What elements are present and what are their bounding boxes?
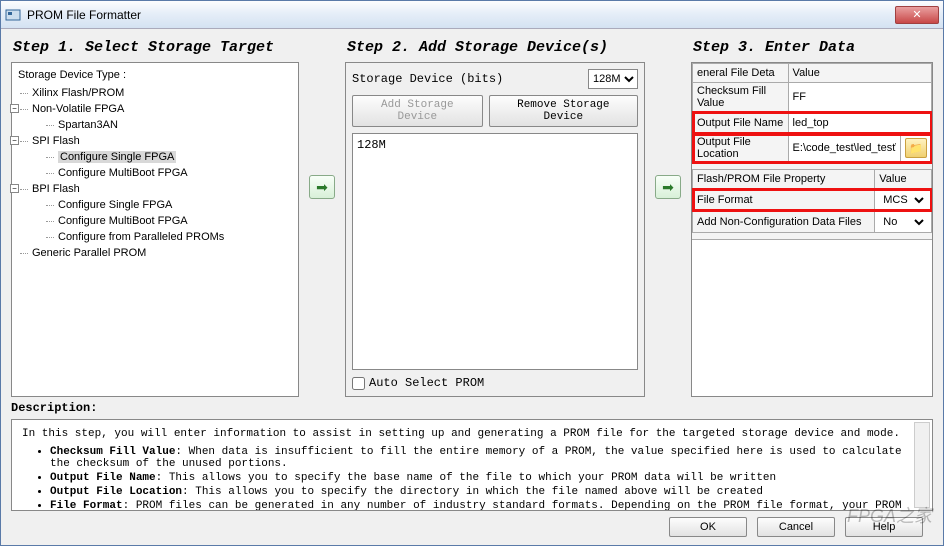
collapse-icon[interactable]: − [10,104,19,113]
prop-label: Add Non-Configuration Data Files [693,211,875,233]
desc-bullet: Checksum Fill Value: When data is insuff… [50,446,922,470]
nonconfig-select[interactable]: No [879,215,927,229]
step2-header: Step 2. Add Storage Device(s) [345,35,645,62]
output-location-input[interactable] [793,142,896,154]
desc-bullet: Output File Location: This allows you to… [50,486,922,498]
tree-item[interactable]: Configure MultiBoot FPGA [46,165,292,181]
scrollbar[interactable] [914,422,930,508]
tree-item[interactable]: Spartan3AN [46,117,292,133]
add-storage-button: Add Storage Device [352,95,483,127]
folder-icon: 📁 [909,142,923,155]
prop-label: File Format [693,189,875,211]
step1-panel: Storage Device Type : Xilinx Flash/PROM … [11,62,299,397]
file-format-select[interactable]: MCS [879,193,927,207]
tree-label: Storage Device Type : [18,69,292,81]
auto-select-label: Auto Select PROM [369,376,484,390]
description-intro: In this step, you will enter information… [22,428,922,440]
step3-panel: eneral File DetaValue Checksum Fill Valu… [691,62,933,397]
tree-item-selected: Configure Single FPGA [58,151,176,163]
remove-storage-button[interactable]: Remove Storage Device [489,95,638,127]
prop-label: Output File Location [693,134,789,163]
prop-label: Output File Name [693,112,789,134]
list-item[interactable]: 128M [357,138,633,152]
desc-bullet: File Format: PROM files can be generated… [50,500,922,511]
tree-item[interactable]: −SPI Flash Configure Single FPGA Configu… [20,133,292,181]
cancel-button[interactable]: Cancel [757,517,835,537]
window-title: PROM File Formatter [27,8,895,22]
storage-bits-label: Storage Device (bits) [352,72,582,86]
description-label: Description: [11,401,933,415]
arrow-right-icon: ➡ [316,179,328,196]
col-header: Value [875,170,932,189]
close-button[interactable]: ✕ [895,6,939,24]
collapse-icon[interactable]: − [10,136,19,145]
tree-item[interactable]: Generic Parallel PROM [20,245,292,261]
desc-bullet: Output File Name: This allows you to spe… [50,472,922,484]
app-icon [5,7,21,23]
step3-header: Step 3. Enter Data [691,35,933,62]
titlebar: PROM File Formatter ✕ [1,1,943,29]
col-header: Value [788,64,931,83]
col-header: Flash/PROM File Property [693,170,875,189]
tree-item[interactable]: Configure Single FPGA [46,197,292,213]
arrow-right-button[interactable]: ➡ [309,175,335,199]
ok-button[interactable]: OK [669,517,747,537]
tree-item[interactable]: Configure Single FPGA [46,149,292,165]
col-header: eneral File Deta [693,64,789,83]
device-tree[interactable]: Xilinx Flash/PROM −Non-Volatile FPGA Spa… [18,85,292,261]
tree-item[interactable]: Xilinx Flash/PROM [20,85,292,101]
tree-item[interactable]: Configure MultiBoot FPGA [46,213,292,229]
storage-bits-select[interactable]: 128M [588,69,638,89]
browse-folder-button[interactable]: 📁 [905,138,927,158]
step1-header: Step 1. Select Storage Target [11,35,299,62]
general-file-table: eneral File DetaValue Checksum Fill Valu… [692,63,932,163]
auto-select-checkbox[interactable] [352,377,365,390]
arrow-right-icon: ➡ [662,179,674,196]
collapse-icon[interactable]: − [10,184,19,193]
close-icon: ✕ [912,8,921,21]
tree-item[interactable]: −Non-Volatile FPGA Spartan3AN [20,101,292,133]
file-property-table: Flash/PROM File PropertyValue File Forma… [692,169,932,233]
arrow-right-button[interactable]: ➡ [655,175,681,199]
checksum-input[interactable] [793,91,927,103]
description-box: In this step, you will enter information… [11,419,933,511]
storage-list[interactable]: 128M [352,133,638,370]
help-button[interactable]: Help [845,517,923,537]
tree-item[interactable]: −BPI Flash Configure Single FPGA Configu… [20,181,292,245]
tree-item[interactable]: Configure from Paralleled PROMs [46,229,292,245]
output-filename-input[interactable] [793,117,927,129]
prop-label: Checksum Fill Value [693,83,789,112]
step2-panel: Storage Device (bits) 128M Add Storage D… [345,62,645,397]
